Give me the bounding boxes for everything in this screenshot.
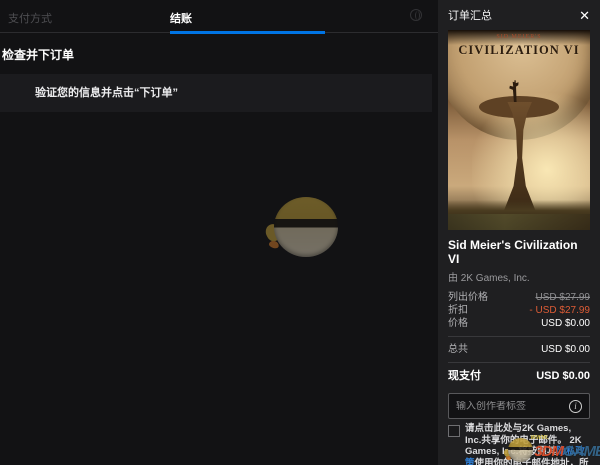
total-row: 总共 USD $0.00: [448, 343, 590, 356]
verify-info-notice: 验证您的信息并点击“下订单”: [0, 74, 432, 112]
email-consent-text: 请点击此处与2K Games, Inc.共享你的电子邮件。 2K Games, …: [465, 423, 590, 465]
order-summary-title: 订单汇总: [448, 10, 492, 22]
order-summary-panel: 订单汇总 ✕ SID MEIER'S CIVILIZATION VI Sid M…: [438, 0, 600, 465]
price-breakdown: 列出价格 USD $27.99 折扣 - USD $27.99 价格 USD $…: [448, 291, 590, 330]
consent-text-post: 使用你的电子邮件地址，所以我们建议你阅读其隐私政策。: [474, 457, 589, 465]
pay-now-label: 现支付: [448, 370, 481, 382]
cover-small-title: SID MEIER'S: [496, 34, 542, 40]
price-label: 价格: [448, 318, 468, 329]
total-value: USD $0.00: [541, 344, 590, 355]
divider: [448, 336, 590, 337]
secure-checkout-icon: [410, 9, 422, 21]
active-tab-underline: [170, 31, 325, 34]
creator-tag-input[interactable]: [456, 400, 569, 412]
list-price-row: 列出价格 USD $27.99: [448, 291, 590, 304]
close-icon[interactable]: ✕: [579, 9, 590, 22]
tab-checkout-label: 结账: [170, 13, 192, 25]
total-label: 总共: [448, 344, 468, 355]
tab-payment-method[interactable]: 支付方式: [8, 10, 52, 26]
cover-ground-highlight: [448, 214, 590, 230]
discount-row: 折扣 - USD $27.99: [448, 304, 590, 317]
game-title: Sid Meier's Civilization VI: [448, 238, 578, 266]
pay-now-value: USD $0.00: [536, 370, 590, 382]
divider: [448, 362, 590, 363]
price-row: 价格 USD $0.00: [448, 317, 590, 330]
price-value: USD $0.00: [541, 318, 590, 329]
discount-value: - USD $27.99: [529, 305, 590, 316]
watermark-mascot-icon: [262, 197, 346, 261]
list-price-label: 列出价格: [448, 292, 488, 303]
cover-title: CIVILIZATION VI: [458, 43, 580, 57]
email-consent-checkbox[interactable]: [448, 425, 460, 437]
publisher: 由 2K Games, Inc.: [448, 273, 530, 284]
game-cover-art: SID MEIER'S CIVILIZATION VI: [448, 30, 590, 230]
info-icon[interactable]: i: [569, 399, 582, 413]
pay-now-row: 现支付 USD $0.00: [448, 369, 590, 383]
checkout-panel: 支付方式 结账 检查并下订单 验证您的信息并点击“下订单”: [0, 0, 438, 465]
tab-checkout[interactable]: 结账: [170, 0, 325, 34]
review-order-heading: 检查并下订单: [2, 48, 75, 62]
checkout-steps-bar: 支付方式 结账: [0, 0, 438, 34]
creator-tag-field[interactable]: i: [448, 393, 590, 419]
discount-label: 折扣: [448, 305, 468, 316]
list-price-value: USD $27.99: [535, 292, 590, 303]
email-consent-row: 请点击此处与2K Games, Inc.共享你的电子邮件。 2K Games, …: [448, 423, 590, 465]
order-summary-header: 订单汇总 ✕: [448, 0, 590, 30]
